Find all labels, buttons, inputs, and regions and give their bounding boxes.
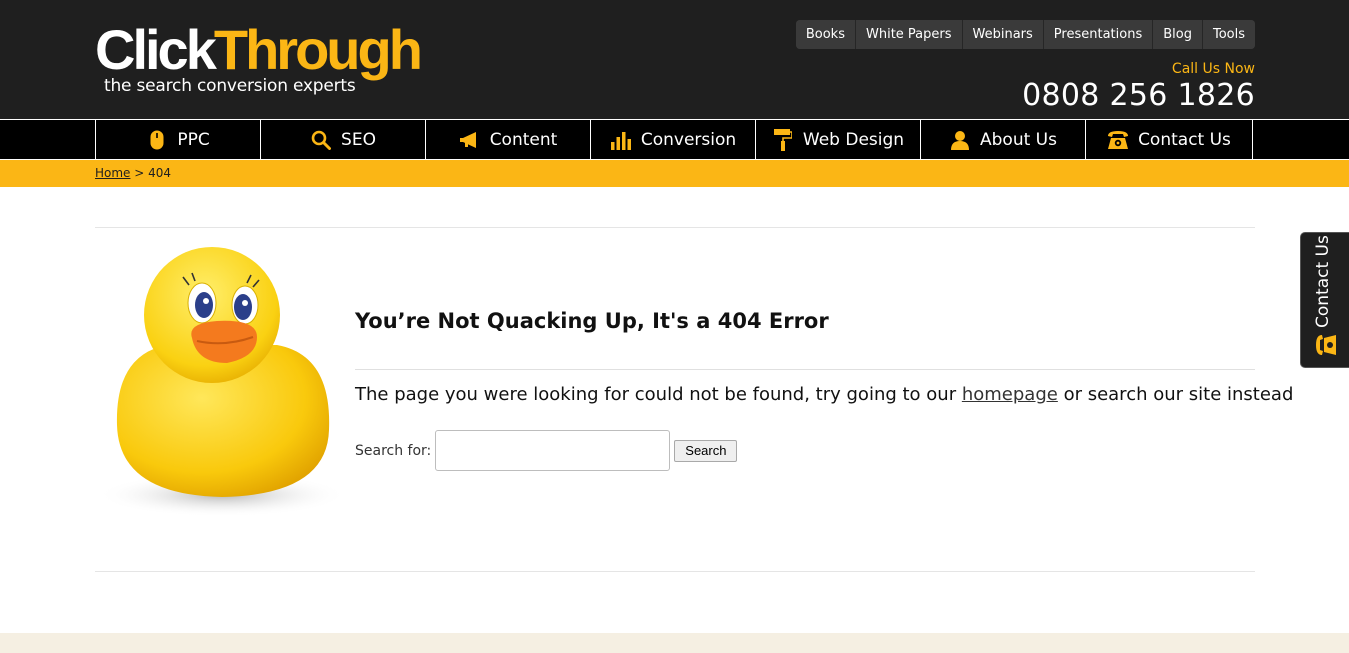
nav-label: PPC [177,129,210,150]
top-link-white-papers[interactable]: White Papers [854,20,962,49]
homepage-link[interactable]: homepage [962,384,1058,405]
divider [355,369,1255,370]
side-tab-label: Contact Us [1313,235,1333,328]
nav-item-ppc[interactable]: PPC [95,120,260,159]
telephone-icon [1316,335,1336,355]
rubber-duck-image [97,247,347,517]
search-button[interactable]: Search [674,439,738,462]
divider [95,571,1255,572]
megaphone-icon [459,129,481,151]
breadcrumb-current: 404 [148,166,172,180]
top-link-tools[interactable]: Tools [1201,20,1255,49]
message-text-after: or search our site instead [1057,384,1294,405]
person-icon [949,129,971,151]
paint-roller-icon [772,128,794,151]
divider [95,227,1255,228]
site-header: ClickThrough the search conversion exper… [0,0,1349,119]
nav-label: Conversion [640,129,737,150]
mouse-icon [146,129,168,151]
error-title: You’re Not Quacking Up, It's a 404 Error [355,309,829,333]
breadcrumb-home-link[interactable]: Home [95,166,130,180]
nav-label: SEO [341,129,376,150]
phone-number[interactable]: 0808 256 1826 [1022,78,1255,113]
logo-click-text: Click [95,18,217,81]
nav-item-seo[interactable]: SEO [260,120,425,159]
search-form: Search for: Search [355,430,738,471]
nav-item-content[interactable]: Content [425,120,590,159]
main-nav: PPC SEO Content Conversion Web Design Ab… [0,119,1349,160]
search-label: Search for: [355,442,432,459]
nav-label: About Us [980,129,1057,150]
main-content: You’re Not Quacking Up, It's a 404 Error… [0,187,1349,632]
contact-us-side-tab[interactable]: Contact Us [1300,232,1349,368]
breadcrumb-separator: > [130,166,149,180]
top-link-blog[interactable]: Blog [1152,20,1202,49]
call-us-label: Call Us Now [1171,61,1255,77]
message-text-before: The page you were looking for could not … [355,384,962,405]
error-message: The page you were looking for could not … [355,384,1293,405]
nav-label: Content [489,129,558,150]
telephone-icon [1107,129,1129,151]
search-input[interactable] [435,430,671,471]
breadcrumb: Home > 404 [0,160,1349,187]
nav-label: Contact Us [1138,129,1231,150]
nav-item-conversion[interactable]: Conversion [590,120,755,159]
clickthrough-logo[interactable]: ClickThrough the search conversion exper… [95,22,423,97]
top-link-presentations[interactable]: Presentations [1042,20,1153,49]
top-link-books[interactable]: Books [795,20,855,49]
magnifier-icon [310,129,332,151]
bar-chart-icon [610,129,632,151]
footer-band [0,633,1349,653]
top-links: Books White Papers Webinars Presentation… [795,20,1255,49]
nav-item-about-us[interactable]: About Us [920,120,1085,159]
nav-item-contact-us[interactable]: Contact Us [1085,120,1253,159]
top-link-webinars[interactable]: Webinars [961,20,1043,49]
logo-through-text: Through [213,18,423,81]
nav-item-web-design[interactable]: Web Design [755,120,920,159]
nav-label: Web Design [802,129,905,150]
